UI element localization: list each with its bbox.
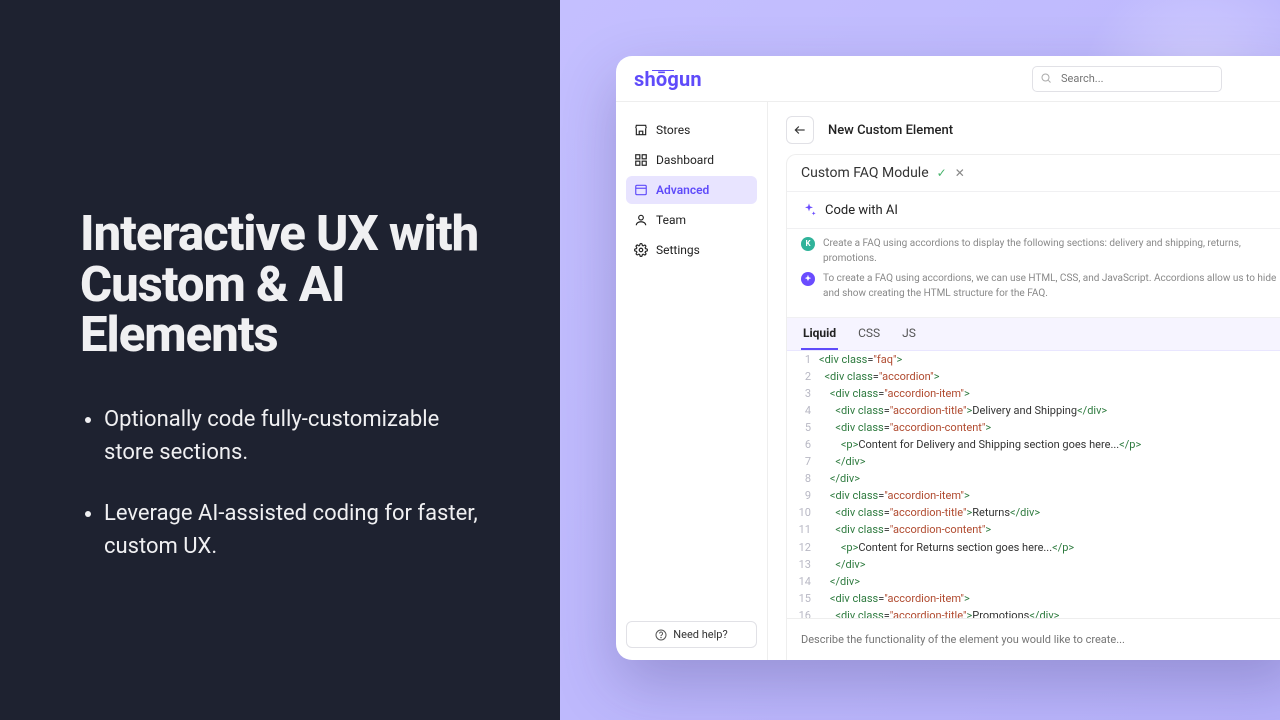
code-line: <div class="accordion-content">: [819, 419, 1280, 436]
avatar: K: [801, 237, 815, 251]
code-editor[interactable]: 1<div class="faq">2 <div class="accordio…: [787, 351, 1280, 618]
code-line: <div class="faq">: [819, 351, 1280, 368]
sparkle-icon: [801, 202, 817, 218]
close-icon[interactable]: ✕: [955, 166, 965, 180]
prompt-input[interactable]: [801, 627, 1280, 652]
line-number: 13: [787, 556, 819, 573]
sidebar-item-label: Dashboard: [656, 153, 714, 167]
back-button[interactable]: [786, 116, 814, 144]
line-number: 3: [787, 385, 819, 402]
chat-messages: K Create a FAQ using accordions to displa…: [787, 229, 1280, 318]
settings-icon: [634, 243, 648, 257]
line-number: 10: [787, 504, 819, 521]
brand-logo: shōgun: [634, 67, 702, 91]
prompt-bar: [787, 618, 1280, 660]
code-line: <div class="accordion-title">Promotions<…: [819, 607, 1280, 618]
store-icon: [634, 123, 648, 137]
code-line: <div class="accordion-item">: [819, 487, 1280, 504]
team-icon: [634, 213, 648, 227]
sidebar-nav: Stores Dashboard Advanced Team Settings: [626, 116, 757, 266]
editor-panel: Custom FAQ Module ✓ ✕ Code with AI K Crea…: [786, 154, 1280, 660]
arrow-left-icon: [793, 123, 807, 137]
help-label: Need help?: [673, 628, 727, 641]
chat-message: ✦ To create a FAQ using accordions, we ca…: [801, 272, 1280, 301]
tab-js[interactable]: JS: [900, 318, 918, 350]
hero-headline: Interactive UX with Custom & AI Elements: [80, 209, 480, 362]
line-number: 2: [787, 368, 819, 385]
code-line: <div class="accordion-item">: [819, 385, 1280, 402]
code-tabs: Liquid CSS JS: [787, 318, 1280, 351]
tab-css[interactable]: CSS: [856, 318, 882, 350]
line-number: 5: [787, 419, 819, 436]
advanced-icon: [634, 183, 648, 197]
panel-head: Custom FAQ Module ✓ ✕: [787, 155, 1280, 192]
help-icon: [655, 629, 667, 641]
sidebar-item-settings[interactable]: Settings: [626, 236, 757, 264]
code-line: </div>: [819, 556, 1280, 573]
main-area: New Custom Element Custom FAQ Module ✓ ✕…: [768, 102, 1280, 660]
line-number: 1: [787, 351, 819, 368]
app-preview-panel: shōgun Stores Dashboard Advanced Team Settin…: [560, 0, 1280, 720]
code-line: </div>: [819, 453, 1280, 470]
line-number: 15: [787, 590, 819, 607]
sidebar: Stores Dashboard Advanced Team Settings Need…: [616, 102, 768, 660]
code-line: <p>Content for Delivery and Shipping sec…: [819, 436, 1280, 453]
line-number: 14: [787, 573, 819, 590]
sidebar-item-label: Advanced: [656, 183, 709, 197]
sidebar-item-dashboard[interactable]: Dashboard: [626, 146, 757, 174]
code-line: <div class="accordion-title">Delivery an…: [819, 402, 1280, 419]
chat-message: K Create a FAQ using accordions to displa…: [801, 237, 1280, 266]
dashboard-icon: [634, 153, 648, 167]
sidebar-item-stores[interactable]: Stores: [626, 116, 757, 144]
sidebar-item-label: Settings: [656, 243, 700, 257]
page-title: New Custom Element: [828, 123, 953, 138]
avatar: ✦: [801, 272, 815, 286]
hero-bullets: Optionally code fully-customizable store…: [80, 403, 480, 591]
message-text: To create a FAQ using accordions, we can…: [823, 272, 1280, 301]
ai-row[interactable]: Code with AI: [787, 192, 1280, 229]
line-number: 16: [787, 607, 819, 618]
sidebar-item-team[interactable]: Team: [626, 206, 757, 234]
line-number: 11: [787, 521, 819, 538]
line-number: 12: [787, 539, 819, 556]
hero-bullet: Optionally code fully-customizable store…: [104, 403, 480, 469]
search-input[interactable]: [1032, 66, 1222, 92]
code-line: </div>: [819, 573, 1280, 590]
search-wrap: [1032, 66, 1222, 92]
confirm-icon[interactable]: ✓: [937, 166, 947, 180]
sidebar-item-advanced[interactable]: Advanced: [626, 176, 757, 204]
sidebar-item-label: Team: [656, 213, 686, 227]
line-number: 9: [787, 487, 819, 504]
code-line: <div class="accordion">: [819, 368, 1280, 385]
line-number: 8: [787, 470, 819, 487]
code-line: <div class="accordion-content">: [819, 521, 1280, 538]
hero-bullet: Leverage AI-assisted coding for faster, …: [104, 497, 480, 563]
app-topbar: shōgun: [616, 56, 1280, 102]
line-number: 7: [787, 453, 819, 470]
code-line: </div>: [819, 470, 1280, 487]
ai-label: Code with AI: [825, 203, 898, 218]
search-icon: [1040, 72, 1052, 84]
app-window: shōgun Stores Dashboard Advanced Team Settin…: [616, 56, 1280, 660]
code-line: <div class="accordion-item">: [819, 590, 1280, 607]
tab-liquid[interactable]: Liquid: [801, 318, 838, 350]
help-button[interactable]: Need help?: [626, 621, 757, 648]
breadcrumb-row: New Custom Element: [768, 102, 1280, 154]
message-text: Create a FAQ using accordions to display…: [823, 237, 1280, 266]
code-line: <div class="accordion-title">Returns</di…: [819, 504, 1280, 521]
module-title: Custom FAQ Module: [801, 165, 929, 181]
app-body: Stores Dashboard Advanced Team Settings Need…: [616, 102, 1280, 660]
line-number: 6: [787, 436, 819, 453]
code-line: <p>Content for Returns section goes here…: [819, 539, 1280, 556]
hero-panel: Interactive UX with Custom & AI Elements…: [0, 0, 560, 720]
sidebar-item-label: Stores: [656, 123, 690, 137]
line-number: 4: [787, 402, 819, 419]
